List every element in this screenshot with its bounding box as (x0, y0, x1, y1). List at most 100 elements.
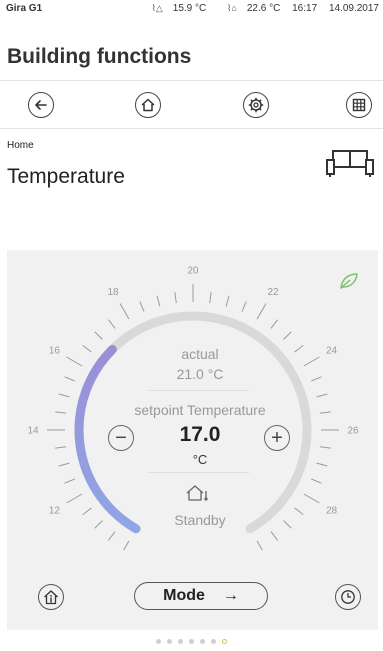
scale-label: 20 (187, 266, 199, 277)
divider (149, 390, 249, 391)
grid-icon (352, 98, 366, 112)
dial-tick (66, 493, 83, 504)
breadcrumb[interactable]: Home (7, 140, 34, 151)
mode-button-label: Mode (163, 587, 205, 604)
scale-label: 14 (27, 426, 39, 437)
page-dot[interactable] (156, 639, 161, 645)
plus-icon: + (271, 427, 283, 449)
scale-label: 28 (326, 506, 338, 517)
mode-status: Standby (174, 512, 226, 528)
page-dot[interactable] (167, 639, 172, 645)
divider (149, 472, 249, 473)
dial-tick (256, 540, 263, 550)
setpoint-unit: °C (192, 452, 208, 467)
scale-label: 12 (49, 506, 61, 517)
home-icon (141, 98, 155, 112)
gear-icon (248, 97, 264, 113)
scale-label: 26 (347, 426, 359, 437)
leaf-icon[interactable] (339, 272, 359, 290)
dial-tick (174, 292, 177, 304)
back-button[interactable] (28, 92, 54, 118)
dial-tick (94, 331, 103, 340)
dial-tick (316, 393, 328, 398)
dial-tick (58, 462, 70, 467)
dial-tick (316, 462, 328, 467)
dial-tick (64, 376, 75, 382)
dial-tick (82, 344, 92, 353)
settings-button[interactable] (243, 92, 269, 118)
dial-tick (55, 411, 67, 414)
divider (0, 128, 383, 129)
scale-label: 22 (267, 287, 279, 298)
dial-tick (283, 331, 292, 340)
dial-tick (270, 319, 279, 329)
dial-tick (94, 520, 103, 529)
dial-tick (303, 493, 320, 504)
device-name: Gira G1 (6, 3, 43, 14)
dial-tick (82, 507, 92, 516)
page-dot[interactable] (200, 639, 205, 645)
presence-button[interactable] (38, 584, 64, 610)
dial-tick (294, 344, 304, 353)
dial-tick (319, 446, 331, 449)
timer-button[interactable] (335, 584, 361, 610)
dial-tick (64, 478, 75, 484)
setpoint-value: 17.0 (179, 423, 221, 446)
home-thermometer-icon (186, 485, 208, 501)
dial-tick (319, 411, 331, 414)
dial-tick (225, 295, 230, 307)
arrow-left-icon (35, 100, 47, 110)
dial-tick (107, 319, 116, 329)
status-right: ⌇△ 15.9 °C ⌇⌂ 22.6 °C 16:17 14.09.2017 (133, 3, 379, 14)
clock-date: 14.09.2017 (328, 3, 379, 14)
arrow-right-icon: → (222, 587, 239, 604)
home-info-icon (44, 590, 58, 605)
page-dot[interactable] (189, 639, 194, 645)
dial-tick (58, 393, 70, 398)
sofa-icon (326, 150, 374, 177)
page-indicator (0, 633, 383, 645)
outdoor-thermometer-icon: ⌇△ (151, 3, 163, 13)
dial-tick (66, 356, 83, 367)
indoor-thermometer-icon: ⌇⌂ (227, 3, 237, 13)
status-bar: Gira G1 ⌇△ 15.9 °C ⌇⌂ 22.6 °C 16:17 14.09.… (0, 0, 383, 18)
dial-tick (209, 292, 212, 304)
dial-tick (270, 531, 279, 541)
dial-tick (256, 303, 267, 320)
dial-tick (107, 531, 116, 541)
divider (0, 80, 383, 81)
clock-time: 16:17 (292, 3, 318, 14)
scale-label: 16 (49, 346, 61, 357)
dial-tick (156, 295, 161, 307)
page-dot[interactable] (178, 639, 183, 645)
page-dot[interactable] (222, 639, 227, 645)
page-dot[interactable] (211, 639, 216, 645)
thermostat-dial[interactable]: 1012141618202224262830 (7, 250, 378, 550)
scale-label: 18 (107, 287, 119, 298)
actual-value: 21.0 °C (176, 366, 224, 382)
scale-label: 24 (326, 346, 338, 357)
dial-tick (241, 301, 247, 312)
outdoor-temperature: ⌇△ 15.9 °C (151, 3, 207, 14)
dial-tick (303, 356, 320, 367)
page-title: Temperature (7, 165, 125, 188)
dial-tick (283, 520, 292, 529)
grid-button[interactable] (346, 92, 372, 118)
dial-tick (311, 478, 322, 484)
actual-label: actual (181, 346, 219, 362)
clock-icon (341, 590, 355, 604)
dial-tick (139, 301, 145, 312)
mode-button[interactable]: Mode → (134, 582, 268, 610)
thermostat-panel: 1012141618202224262830 actual 21.0 °C se… (7, 250, 378, 630)
dial-tick (55, 446, 67, 449)
minus-icon: − (115, 427, 127, 449)
increase-setpoint-button[interactable]: + (264, 425, 290, 451)
decrease-setpoint-button[interactable]: − (108, 425, 134, 451)
home-button[interactable] (135, 92, 161, 118)
indoor-temperature: ⌇⌂ 22.6 °C (227, 3, 281, 14)
app-title: Building functions (7, 45, 192, 68)
setpoint-label: setpoint Temperature (134, 402, 266, 418)
dial-tick (311, 376, 322, 382)
dial-tick (123, 540, 130, 550)
dial-tick (294, 507, 304, 516)
